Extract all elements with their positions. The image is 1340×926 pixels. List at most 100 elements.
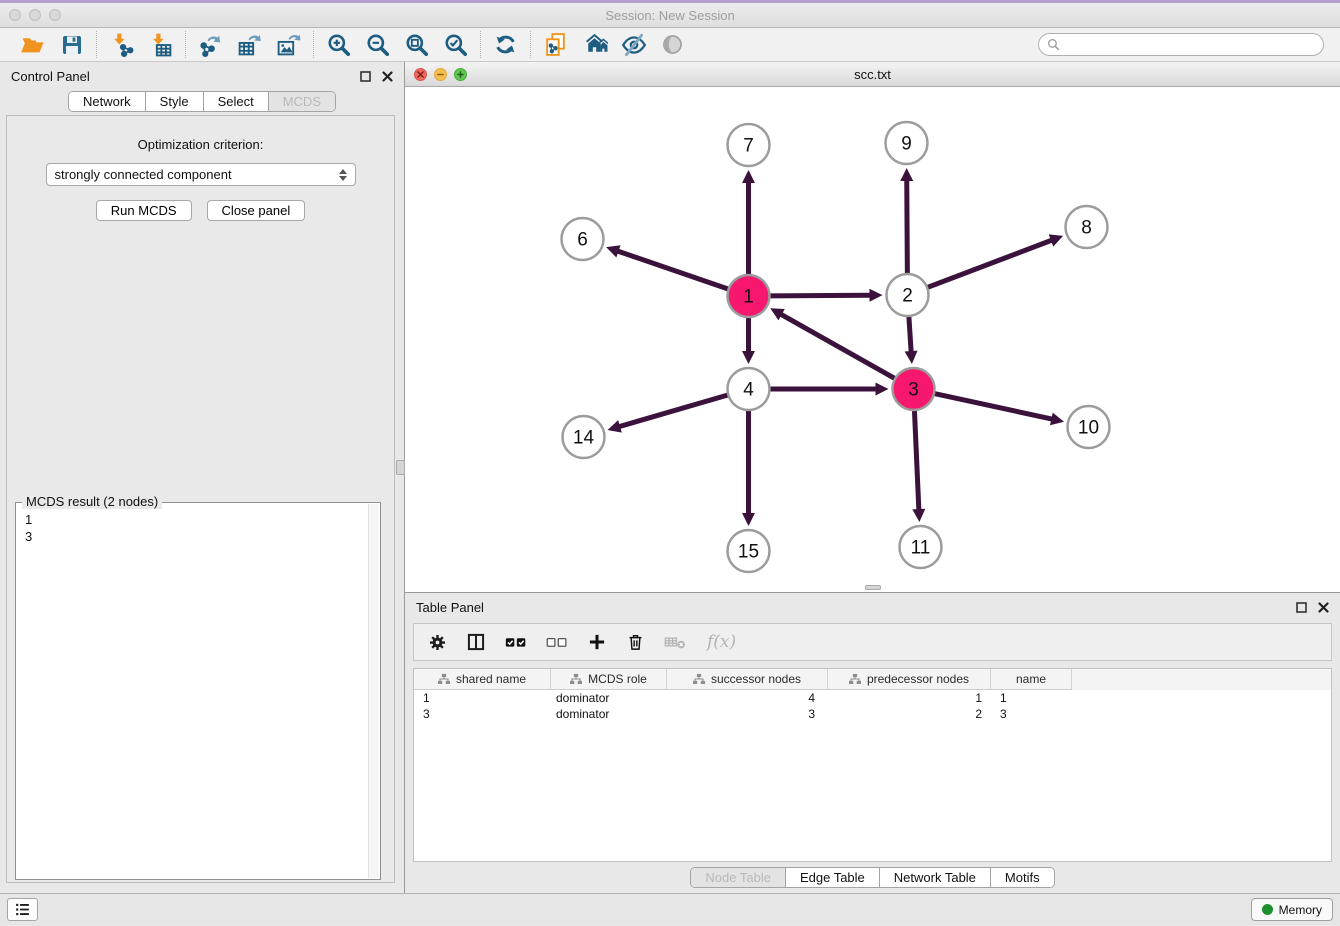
graph-node-label: 11 (911, 538, 931, 559)
export-network-button[interactable] (197, 31, 224, 58)
network-window-titlebar: scc.txt (405, 62, 1340, 87)
select-stepper-icon (339, 169, 347, 181)
graph-arrowhead-icon (1050, 413, 1064, 426)
graph-node-label: 14 (573, 428, 595, 449)
optimization-criterion-label: Optimization criterion: (138, 137, 264, 152)
import-network-button[interactable] (108, 31, 135, 58)
search-input[interactable] (1065, 37, 1315, 52)
tab-mcds[interactable]: MCDS (268, 92, 335, 111)
delete-column-button[interactable] (626, 632, 645, 652)
run-mcds-button[interactable]: Run MCDS (96, 200, 192, 221)
function-builder-button[interactable]: f(x) (707, 632, 736, 652)
open-session-button[interactable] (19, 31, 46, 58)
column-header-shared-name[interactable]: shared name (414, 669, 551, 690)
hide-selected-button[interactable] (620, 31, 647, 58)
close-panel-icon[interactable] (382, 71, 393, 82)
refresh-layout-button[interactable] (492, 31, 519, 58)
float-panel-icon[interactable] (360, 71, 371, 82)
graph-edge-1-2[interactable] (770, 295, 869, 296)
column-label: shared name (456, 672, 526, 686)
cell-successor-nodes: 3 (667, 707, 828, 721)
task-history-button[interactable] (7, 898, 38, 921)
hierarchy-icon (570, 673, 582, 685)
table-row[interactable]: 3 dominator 3 2 3 (414, 706, 1331, 722)
export-image-icon (276, 32, 301, 57)
save-session-button[interactable] (58, 31, 85, 58)
column-header-predecessor-nodes[interactable]: predecessor nodes (828, 669, 991, 690)
float-panel-icon[interactable] (1296, 602, 1307, 613)
import-table-icon (148, 32, 173, 57)
close-panel-icon[interactable] (1318, 602, 1329, 613)
zoom-selected-button[interactable] (442, 31, 469, 58)
deselect-all-columns-button[interactable] (546, 633, 568, 651)
show-all-button[interactable] (659, 31, 686, 58)
tab-node-table[interactable]: Node Table (691, 868, 785, 887)
graph-arrowhead-icon (742, 170, 755, 183)
tab-network-table[interactable]: Network Table (879, 868, 990, 887)
zoom-selected-icon (443, 32, 469, 58)
graph-edge-3-10[interactable] (935, 394, 1051, 419)
table-settings-button[interactable] (428, 633, 447, 652)
memory-status-dot (1262, 904, 1273, 915)
delete-table-button[interactable] (664, 633, 688, 651)
network-window-title: scc.txt (405, 67, 1340, 82)
table-panel-title: Table Panel (416, 600, 1296, 615)
graph-edge-4-14[interactable] (620, 395, 727, 426)
horizontal-splitter-handle[interactable] (865, 585, 881, 590)
tab-motifs[interactable]: Motifs (990, 868, 1054, 887)
trash-icon (626, 632, 645, 652)
graph-arrowhead-icon (742, 513, 755, 526)
tab-edge-table[interactable]: Edge Table (785, 868, 879, 887)
eye-dimmed-icon (660, 32, 685, 57)
graph-edge-3-11[interactable] (914, 411, 918, 509)
table-row[interactable]: 1 dominator 4 1 1 (414, 690, 1331, 706)
tab-network[interactable]: Network (69, 92, 145, 111)
graph-arrowhead-icon (742, 351, 755, 364)
columns-icon (466, 632, 486, 652)
home-button[interactable] (581, 31, 608, 58)
zoom-in-button[interactable] (325, 31, 352, 58)
graph-node-label: 15 (738, 542, 759, 563)
app-titlebar: Session: New Session (0, 3, 1340, 28)
select-all-columns-button[interactable] (505, 633, 527, 651)
graph-arrowhead-icon (606, 245, 620, 257)
network-canvas[interactable]: 7968124314101511 (405, 87, 1340, 592)
right-column: scc.txt 7968124314101511 Table Panel (405, 62, 1340, 893)
export-table-button[interactable] (236, 31, 263, 58)
clone-network-button[interactable] (542, 31, 569, 58)
network-zoom-button[interactable] (454, 68, 467, 81)
table-panel: Table Panel (405, 593, 1340, 893)
memory-button[interactable]: Memory (1251, 898, 1333, 921)
zoom-out-button[interactable] (364, 31, 391, 58)
tab-select[interactable]: Select (203, 92, 268, 111)
table-panel-header: Table Panel (405, 593, 1340, 622)
import-table-button[interactable] (147, 31, 174, 58)
mcds-result-line: 3 (25, 528, 371, 545)
export-table-icon (237, 32, 262, 57)
zoom-fit-button[interactable] (403, 31, 430, 58)
graph-node-label: 3 (908, 380, 919, 401)
export-image-button[interactable] (275, 31, 302, 58)
column-visibility-button[interactable] (466, 632, 486, 652)
column-header-mcds-role[interactable]: MCDS role (551, 669, 667, 690)
graph-edge-3-1[interactable] (782, 315, 895, 379)
search-icon (1047, 38, 1060, 51)
criterion-select[interactable]: strongly connected component (46, 163, 356, 186)
network-minimize-button[interactable] (434, 68, 447, 81)
close-panel-button[interactable]: Close panel (207, 200, 306, 221)
graph-node-label: 8 (1081, 218, 1092, 239)
graph-edge-1-6[interactable] (618, 251, 727, 289)
vertical-splitter-handle[interactable] (396, 460, 405, 475)
table-toolbar: f(x) (413, 623, 1332, 661)
graph-edge-2-9[interactable] (907, 181, 908, 273)
column-header-successor-nodes[interactable]: successor nodes (667, 669, 828, 690)
network-close-button[interactable] (414, 68, 427, 81)
tab-style[interactable]: Style (145, 92, 203, 111)
graph-node-label: 2 (902, 286, 913, 307)
graph-edge-2-8[interactable] (928, 240, 1051, 287)
graph-edge-2-3[interactable] (909, 317, 911, 351)
add-column-button[interactable] (587, 632, 607, 652)
search-field[interactable] (1038, 33, 1324, 56)
result-scrollbar[interactable] (368, 504, 379, 878)
column-header-name[interactable]: name (991, 669, 1072, 690)
